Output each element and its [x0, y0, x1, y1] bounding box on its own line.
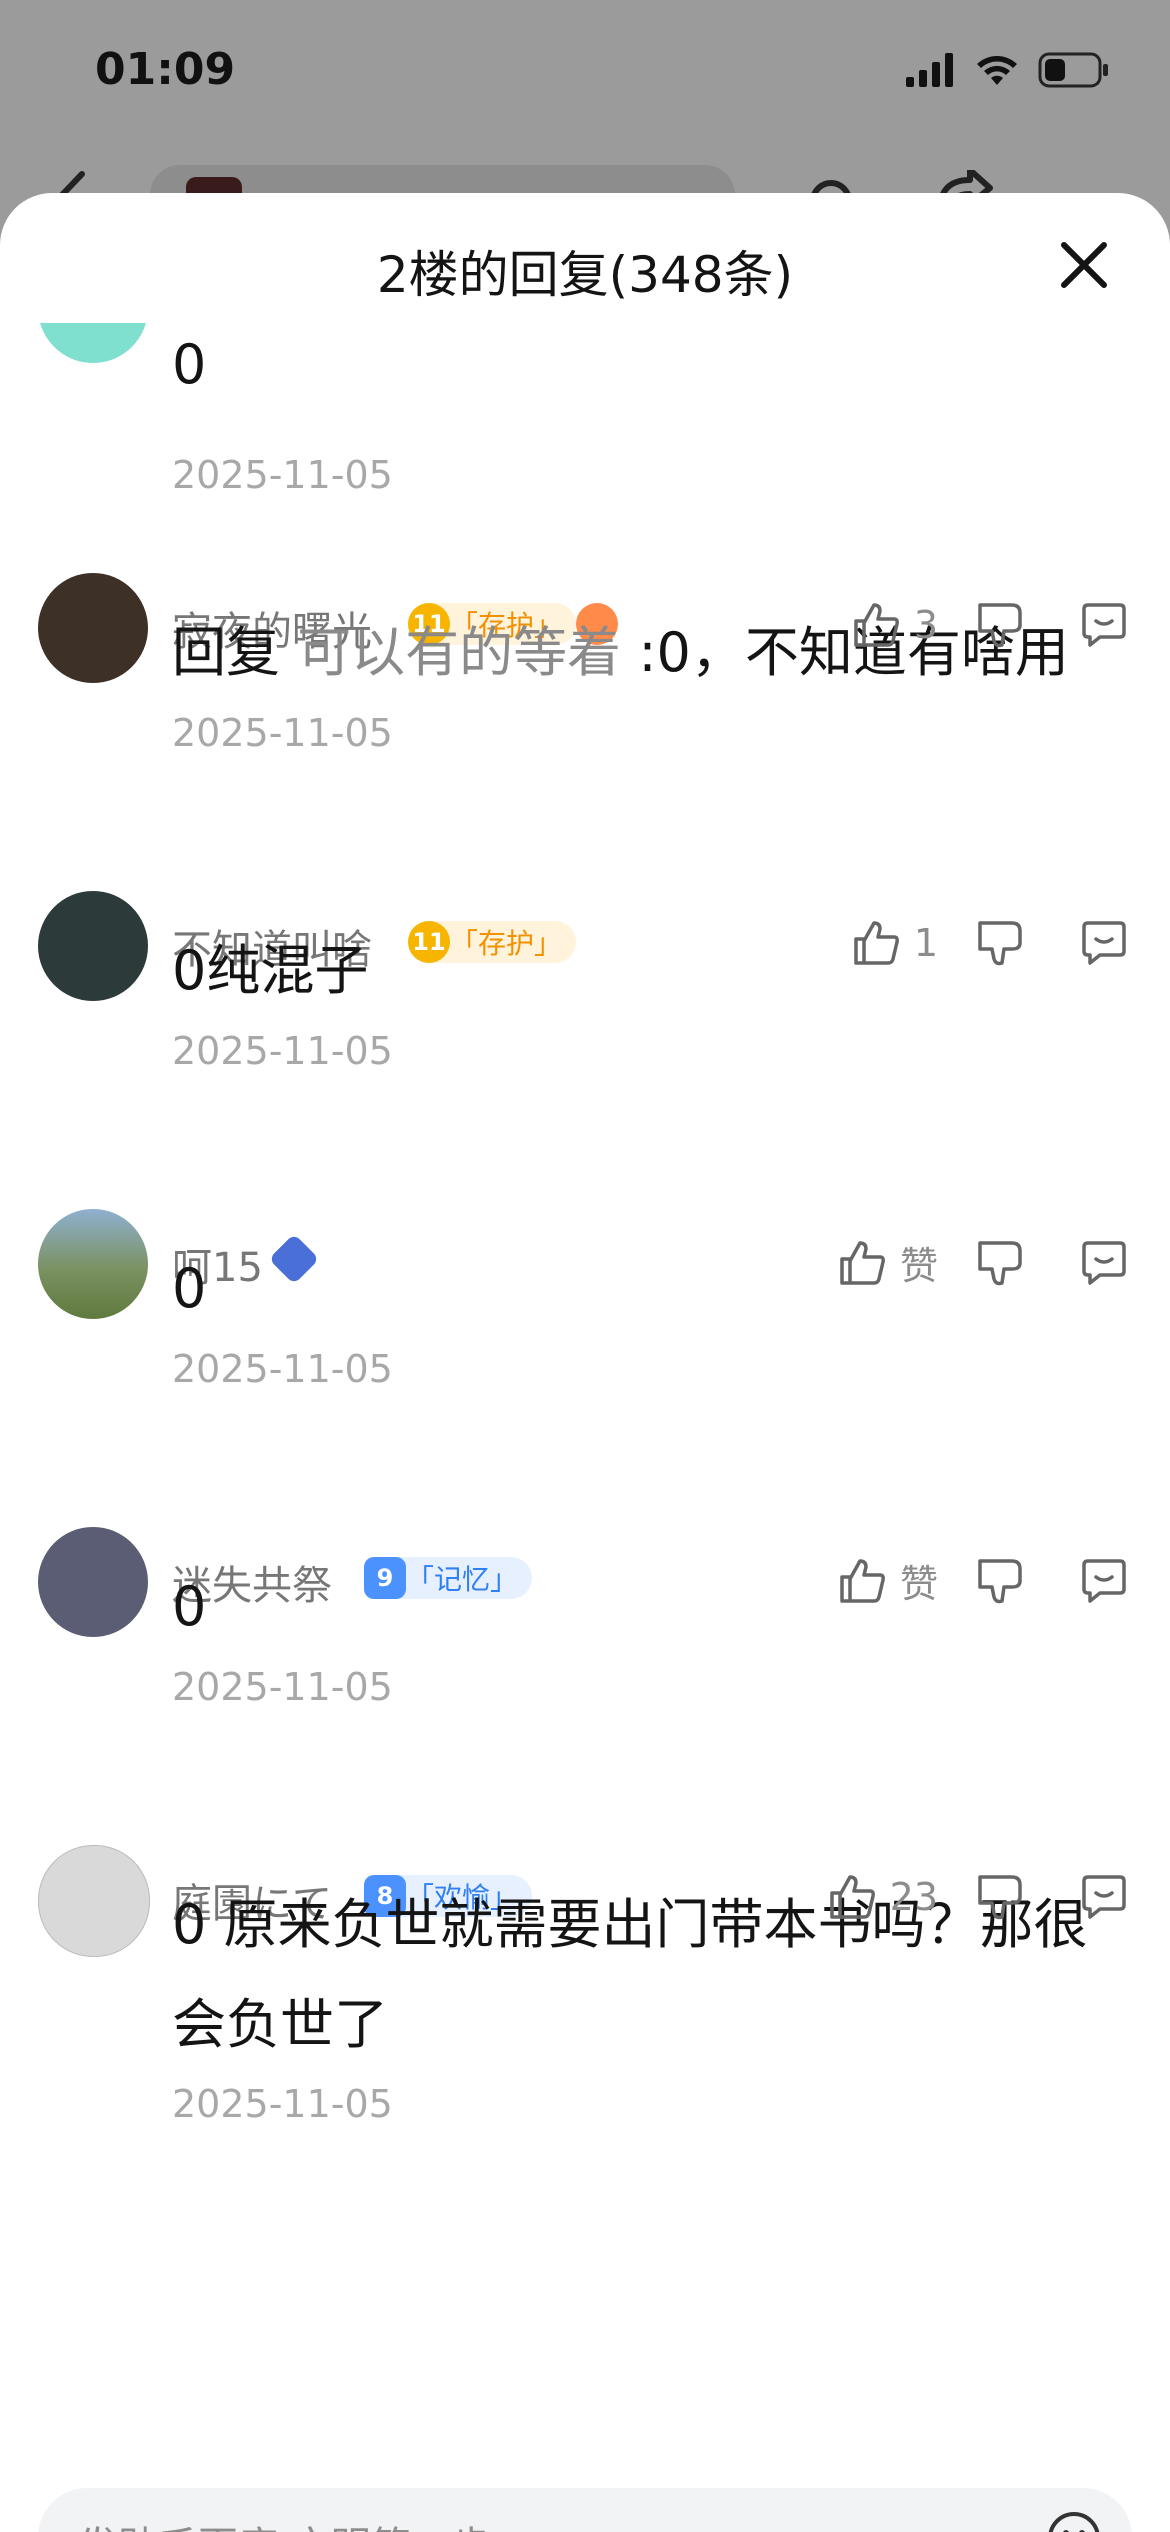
comment-icon[interactable]: [1078, 1555, 1130, 1607]
reply-date: 2025-11-05: [172, 1029, 393, 1073]
comment-icon[interactable]: [1078, 1871, 1130, 1923]
like-button[interactable]: 赞: [836, 1235, 938, 1290]
reply-date: 2025-11-05: [172, 711, 393, 755]
like-button[interactable]: 23: [826, 1871, 938, 1923]
thumbs-down-icon[interactable]: [974, 1237, 1026, 1289]
avatar[interactable]: [38, 1209, 148, 1319]
reply-date: 2025-11-05: [172, 1347, 393, 1391]
avatar[interactable]: [38, 1527, 148, 1637]
reply-content: 0: [172, 333, 207, 396]
thumbs-down-icon[interactable]: [974, 1555, 1026, 1607]
thumbs-up-icon: [840, 1558, 885, 1603]
thumbs-up-icon: [829, 1875, 875, 1919]
reply-feed[interactable]: 0 2025-11-05 寂夜的曙光 11 「存护」 回复 可以有的等着 :0，…: [0, 323, 1170, 2398]
thumbs-down-icon[interactable]: [974, 599, 1026, 651]
comment-icon[interactable]: [1078, 1237, 1130, 1289]
thumbs-down-icon[interactable]: [974, 1871, 1026, 1923]
reply-actions: 赞: [836, 1553, 1130, 1608]
like-count: 1: [913, 921, 938, 965]
signal-icon: [906, 53, 953, 87]
avatar[interactable]: [38, 573, 148, 683]
avatar[interactable]: [38, 323, 148, 363]
reply-prefix: 回复: [172, 621, 280, 684]
comment-icon[interactable]: [1078, 917, 1130, 969]
reply-actions: 3: [850, 599, 1130, 651]
avatar[interactable]: [38, 1845, 150, 1957]
like-button[interactable]: 3: [850, 599, 938, 651]
comment-icon[interactable]: [1078, 599, 1130, 651]
like-count: 赞: [899, 1562, 938, 1606]
status-time: 01:09: [95, 44, 236, 95]
comment-composer[interactable]: 发贴千百度 文明第一步: [38, 2488, 1132, 2532]
status-icons: [906, 52, 1110, 88]
like-count: 3: [913, 603, 938, 647]
replies-sheet: 2楼的回复(348条) 0 2025-11-05 寂夜的曙光 11 「存护」 回…: [0, 193, 1170, 2532]
thumbs-up-icon: [854, 921, 899, 965]
battery-icon: [1038, 52, 1108, 88]
reply-date: 2025-11-05: [172, 2082, 393, 2126]
reply-actions: 1: [850, 917, 1130, 969]
like-count: 23: [889, 1875, 938, 1919]
wifi-icon: [977, 56, 1017, 85]
like-count: 赞: [899, 1244, 938, 1288]
status-bar: 01:09: [0, 0, 1170, 150]
quoted-user[interactable]: 可以有的等着: [297, 621, 621, 684]
reply-actions: 23: [826, 1871, 1130, 1923]
avatar[interactable]: [38, 891, 148, 1001]
thumbs-up-icon: [840, 1240, 885, 1285]
sheet-title: 2楼的回复(348条): [376, 246, 794, 304]
thumbs-up-icon: [854, 603, 899, 647]
reply-date: 2025-11-05: [172, 453, 393, 497]
thumbs-down-icon[interactable]: [974, 917, 1026, 969]
reply-date: 2025-11-05: [172, 1665, 393, 1709]
like-button[interactable]: 赞: [836, 1553, 938, 1608]
close-icon[interactable]: [1054, 235, 1114, 295]
composer-placeholder: 发贴千百度 文明第一步: [78, 2514, 491, 2532]
reply-actions: 赞: [836, 1235, 1130, 1290]
like-button[interactable]: 1: [850, 917, 938, 969]
emoji-icon[interactable]: [1046, 2510, 1102, 2532]
